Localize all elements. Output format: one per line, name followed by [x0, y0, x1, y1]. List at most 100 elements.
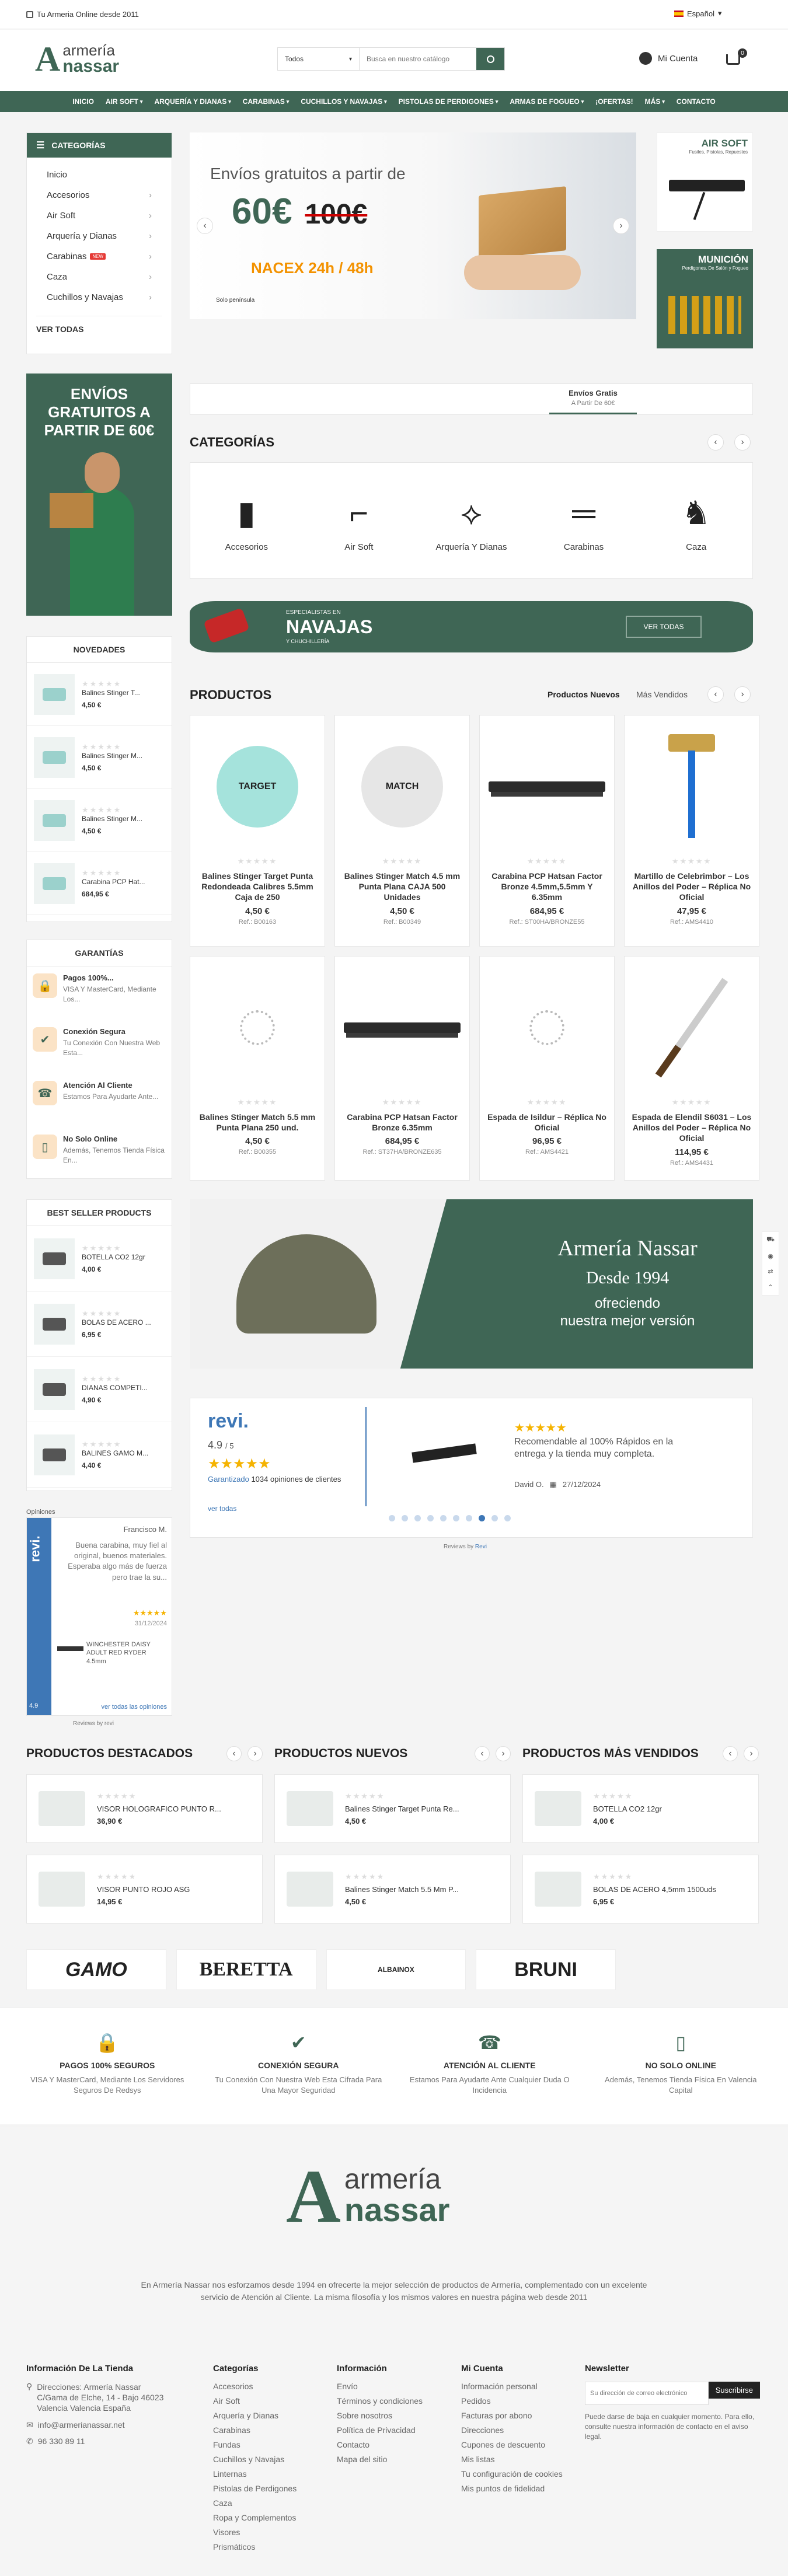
product-image[interactable] [487, 722, 607, 851]
search-input[interactable] [360, 48, 476, 70]
product-name[interactable]: BALINES GAMO M... [82, 1449, 148, 1458]
category-tile[interactable]: ═ Carabinas [540, 490, 627, 552]
footer-link[interactable]: Sobre nosotros [337, 2411, 442, 2420]
nav-item[interactable]: CARABINAS ▾ [237, 91, 295, 112]
product-image[interactable]: TARGET [197, 722, 318, 851]
sidebar-category-item[interactable]: Carabinas NEW › [27, 246, 172, 267]
category-tile[interactable]: ♞ Caza [653, 490, 740, 552]
footer-link[interactable]: Pistolas de Perdigones [213, 2484, 318, 2493]
brand-logo[interactable]: GAMO [26, 1949, 166, 1990]
list-item[interactable]: ★★★★★ Balines Stinger T... 4,50 € [27, 663, 172, 726]
footer-link[interactable]: Caza [213, 2498, 318, 2508]
view-all-categories[interactable]: VER TODAS [36, 316, 162, 334]
product-name[interactable]: BOLAS DE ACERO ... [82, 1318, 151, 1328]
product-name[interactable]: Carabina PCP Hat... [82, 878, 145, 887]
footer-link[interactable]: Direcciones [461, 2425, 566, 2435]
hero-next-button[interactable]: › [613, 218, 629, 234]
bottom-list-prev-button[interactable]: ‹ [475, 1746, 490, 1761]
bottom-list-next-button[interactable]: › [247, 1746, 263, 1761]
footer-link[interactable]: Política de Privacidad [337, 2425, 442, 2435]
list-item[interactable]: ★★★★★ Balines Stinger M... 4,50 € [27, 789, 172, 852]
product-image[interactable] [632, 722, 752, 851]
product-name[interactable]: Balines Stinger M... [82, 752, 142, 761]
tab-new-products[interactable]: Productos Nuevos [548, 690, 620, 699]
product-name[interactable]: Espada de Isildur – Réplica No Oficial [487, 1112, 607, 1133]
footer-link[interactable]: Información personal [461, 2382, 566, 2391]
nassar-banner[interactable]: Armería Nassar Desde 1994 ofreciendo nue… [190, 1199, 753, 1369]
footer-link[interactable]: Mis puntos de fidelidad [461, 2484, 566, 2493]
products-prev-button[interactable]: ‹ [707, 686, 724, 703]
product-image[interactable]: MATCH [342, 722, 462, 851]
product-name[interactable]: BOLAS DE ACERO 4,5mm 1500uds [593, 1885, 716, 1894]
compare-icon[interactable]: ⇄ [768, 1268, 773, 1275]
nav-item[interactable]: ¡OFERTAS! [590, 91, 639, 112]
nav-item[interactable]: CUCHILLOS Y NAVAJAS ▾ [295, 91, 392, 112]
footer-link[interactable]: Fundas [213, 2440, 318, 2449]
footer-link[interactable]: Visores [213, 2528, 318, 2537]
product-image[interactable] [632, 964, 752, 1092]
product-card[interactable]: ★★★★★ Carabina PCP Hatsan Factor Bronze 6… [334, 956, 470, 1181]
footer-link[interactable]: Contacto [337, 2440, 442, 2449]
user-icon[interactable]: ◉ [768, 1252, 773, 1260]
list-item[interactable]: ★★★★★ BOLAS DE ACERO 4,5mm 1500uds 6,95 € [522, 1855, 759, 1924]
product-name[interactable]: Balines Stinger Target Punta Re... [345, 1804, 459, 1813]
product-name[interactable]: Balines Stinger Match 4.5 mm Punta Plana… [342, 871, 462, 903]
sidebar-category-item[interactable]: Arquería y Dianas › [27, 226, 172, 246]
category-tile[interactable]: ▮ Accesorios [203, 490, 290, 552]
product-name[interactable]: Balines Stinger T... [82, 689, 140, 698]
nav-item[interactable]: AIR SOFT ▾ [100, 91, 149, 112]
sidebar-category-item[interactable]: Caza › [27, 267, 172, 287]
product-card[interactable]: ★★★★★ Carabina PCP Hatsan Factor Bronze 4… [479, 715, 615, 947]
list-item[interactable]: ★★★★★ BALINES GAMO M... 4,40 € [27, 1422, 172, 1488]
list-item[interactable]: ★★★★★ BOTELLA CO2 12gr 4,00 € [522, 1774, 759, 1843]
list-item[interactable]: ★★★★★ BOTELLA CO2 12gr 4,00 € [27, 1226, 172, 1292]
footer-link[interactable]: Mis listas [461, 2455, 566, 2464]
sidebar-category-item[interactable]: Accesorios › [27, 185, 172, 205]
product-name[interactable]: BOTELLA CO2 12gr [593, 1804, 662, 1813]
footer-link[interactable]: Linternas [213, 2469, 318, 2479]
list-item[interactable]: ★★★★★ Carabina PCP Hat... 684,95 € [27, 852, 172, 915]
list-item[interactable]: ★★★★★ DIANAS COMPETI... 4,90 € [27, 1357, 172, 1422]
cart-icon[interactable]: ⛟ [766, 1236, 775, 1244]
product-image[interactable] [487, 964, 607, 1092]
footer-link[interactable]: Accesorios [213, 2382, 318, 2391]
revi-dots[interactable] [389, 1515, 511, 1521]
hero-prev-button[interactable]: ‹ [197, 218, 213, 234]
cart-button[interactable]: 0 [724, 48, 747, 69]
nav-item[interactable]: CONTACTO [671, 91, 721, 112]
footer-link[interactable]: Tu configuración de cookies [461, 2469, 566, 2479]
nav-item[interactable]: PISTOLAS DE PERDIGONES ▾ [393, 91, 504, 112]
list-item[interactable]: ★★★★★ Balines Stinger M... 4,50 € [27, 726, 172, 789]
product-name[interactable]: Balines Stinger Target Punta Redondeada … [197, 871, 318, 903]
nav-item[interactable]: MÁS ▾ [639, 91, 671, 112]
sidebar-category-item[interactable]: Inicio [27, 165, 172, 185]
product-name[interactable]: Martillo de Celebrimbor – Los Anillos de… [632, 871, 752, 903]
product-image[interactable] [342, 964, 462, 1092]
scroll-top-icon[interactable]: ⌃ [768, 1283, 773, 1291]
footer-link[interactable]: Arquería y Dianas [213, 2411, 318, 2420]
category-tile[interactable]: ⟡ Arquería Y Dianas [427, 490, 515, 552]
search-button[interactable] [476, 48, 504, 70]
sidebar-category-item[interactable]: Cuchillos y Navajas › [27, 287, 172, 308]
footer-link[interactable]: Facturas por abono [461, 2411, 566, 2420]
product-name[interactable]: VISOR HOLOGRAFICO PUNTO R... [97, 1804, 221, 1813]
footer-phone[interactable]: 96 330 89 11 [38, 2437, 85, 2446]
logo[interactable]: A armería nassar [35, 41, 119, 76]
knife-banner-button[interactable]: VER TODAS [626, 616, 702, 638]
footer-link[interactable]: Envío [337, 2382, 442, 2391]
list-item[interactable]: ★★★★★ Balines Stinger Target Punta Re... 4… [274, 1774, 511, 1843]
footer-link[interactable]: Pedidos [461, 2396, 566, 2406]
product-name[interactable]: DIANAS COMPETI... [82, 1384, 148, 1393]
bottom-list-next-button[interactable]: › [496, 1746, 511, 1761]
category-tile[interactable]: ⌐ Air Soft [315, 490, 403, 552]
product-card[interactable]: ★★★★★ Martillo de Celebrimbor – Los Anill… [624, 715, 759, 947]
bottom-list-prev-button[interactable]: ‹ [226, 1746, 242, 1761]
product-name[interactable]: Espada de Elendil S6031 – Los Anillos de… [632, 1112, 752, 1144]
knife-banner[interactable]: ESPECIALISTAS EN NAVAJAS Y CHUCHILLERÍA … [190, 601, 753, 652]
side-revi-link[interactable]: ver todas las opiniones [59, 1704, 167, 1711]
brand-logo[interactable]: BRUNI [476, 1949, 616, 1990]
footer-link[interactable]: Air Soft [213, 2396, 318, 2406]
product-image[interactable] [197, 964, 318, 1092]
categories-prev-button[interactable]: ‹ [707, 434, 724, 451]
product-name[interactable]: Balines Stinger Match 5.5 Mm P... [345, 1885, 459, 1894]
